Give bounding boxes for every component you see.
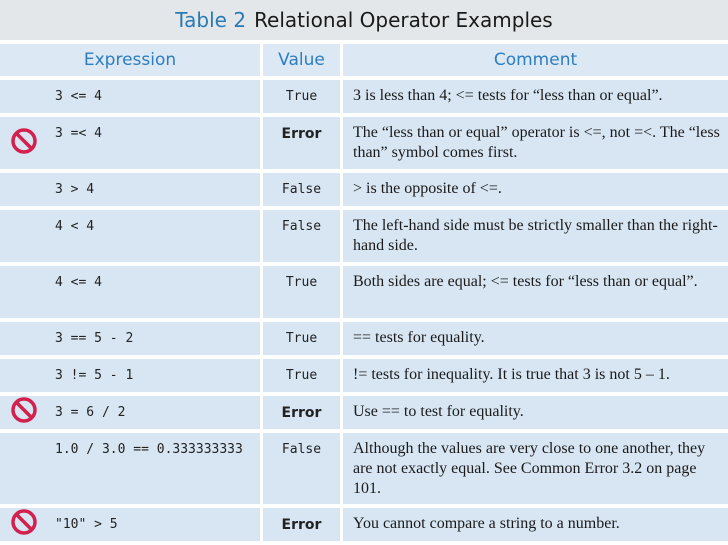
- table-row: 1.0 / 3.0 == 0.333333333 False Although th…: [0, 433, 728, 504]
- expression-cell: 3 =< 4: [45, 117, 263, 169]
- table-number: Table 2: [175, 8, 247, 32]
- comment-cell: > is the opposite of <=.: [343, 173, 728, 206]
- comment-cell: Use == to test for equality.: [343, 396, 728, 429]
- icon-cell: [0, 117, 45, 169]
- comment-cell: Although the values are very close to on…: [343, 433, 728, 504]
- table-row: 3 = 6 / 2 Error Use == to test for equalit…: [0, 396, 728, 429]
- value-cell: False: [263, 210, 343, 262]
- expression-cell: 4 <= 4: [45, 266, 263, 318]
- value-cell: Error: [263, 396, 343, 429]
- icon-cell: [0, 80, 45, 113]
- header-row: Expression Value Comment: [0, 44, 728, 76]
- value-cell: False: [263, 433, 343, 504]
- value-cell: False: [263, 173, 343, 206]
- expression-cell: 3 > 4: [45, 173, 263, 206]
- icon-cell: [0, 173, 45, 206]
- icon-cell: [0, 266, 45, 318]
- table-row: 4 < 4 False The left-hand side must be str…: [0, 210, 728, 262]
- icon-cell: [0, 210, 45, 262]
- comment-cell: You cannot compare a string to a number.: [343, 508, 728, 541]
- table-title-text: Relational Operator Examples: [254, 8, 553, 32]
- table-row: "10" > 5 Error You cannot compare a string…: [0, 508, 728, 541]
- value-cell: Error: [263, 508, 343, 541]
- page: Table 2 Relational Operator Examples Exp…: [0, 0, 728, 541]
- expression-cell: 3 == 5 - 2: [45, 322, 263, 355]
- icon-cell: [0, 322, 45, 355]
- value-header: Value: [263, 44, 343, 76]
- no-entry-icon: [10, 509, 37, 535]
- expression-cell: 4 < 4: [45, 210, 263, 262]
- value-cell: True: [263, 359, 343, 392]
- expression-header: Expression: [0, 44, 263, 76]
- icon-cell: [0, 508, 45, 541]
- table-row: 4 <= 4 True Both sides are equal; <= tests…: [0, 266, 728, 318]
- comment-cell: The left-hand side must be strictly smal…: [343, 210, 728, 262]
- expression-cell: 3 = 6 / 2: [45, 396, 263, 429]
- comment-cell: != tests for inequality. It is true that…: [343, 359, 728, 392]
- table-row: 3 =< 4 Error The “less than or equal” oper…: [0, 117, 728, 169]
- table-row: 3 != 5 - 1 True != tests for inequality. I…: [0, 359, 728, 392]
- expression-cell: 3 <= 4: [45, 80, 263, 113]
- icon-cell: [0, 433, 45, 504]
- comment-cell: == tests for equality.: [343, 322, 728, 355]
- comment-cell: Both sides are equal; <= tests for “less…: [343, 266, 728, 318]
- icon-cell: [0, 396, 45, 429]
- value-cell: Error: [263, 117, 343, 169]
- table-row: 3 <= 4 True 3 is less than 4; <= tests for…: [0, 80, 728, 113]
- no-entry-icon: [10, 127, 37, 154]
- table-title: Table 2 Relational Operator Examples: [0, 0, 728, 40]
- icon-cell: [0, 359, 45, 392]
- value-cell: True: [263, 322, 343, 355]
- expression-cell: 1.0 / 3.0 == 0.333333333: [45, 433, 263, 504]
- value-cell: True: [263, 80, 343, 113]
- table-row: 3 == 5 - 2 True == tests for equality.: [0, 322, 728, 355]
- comment-header: Comment: [343, 44, 728, 76]
- value-cell: True: [263, 266, 343, 318]
- table-row: 3 > 4 False > is the opposite of <=.: [0, 173, 728, 206]
- relational-operator-table: Expression Value Comment 3 <= 4 True 3 is …: [0, 40, 728, 545]
- expression-cell: "10" > 5: [45, 508, 263, 541]
- no-entry-icon: [10, 397, 37, 423]
- comment-cell: The “less than or equal” operator is <=,…: [343, 117, 728, 169]
- comment-cell: 3 is less than 4; <= tests for “less tha…: [343, 80, 728, 113]
- expression-cell: 3 != 5 - 1: [45, 359, 263, 392]
